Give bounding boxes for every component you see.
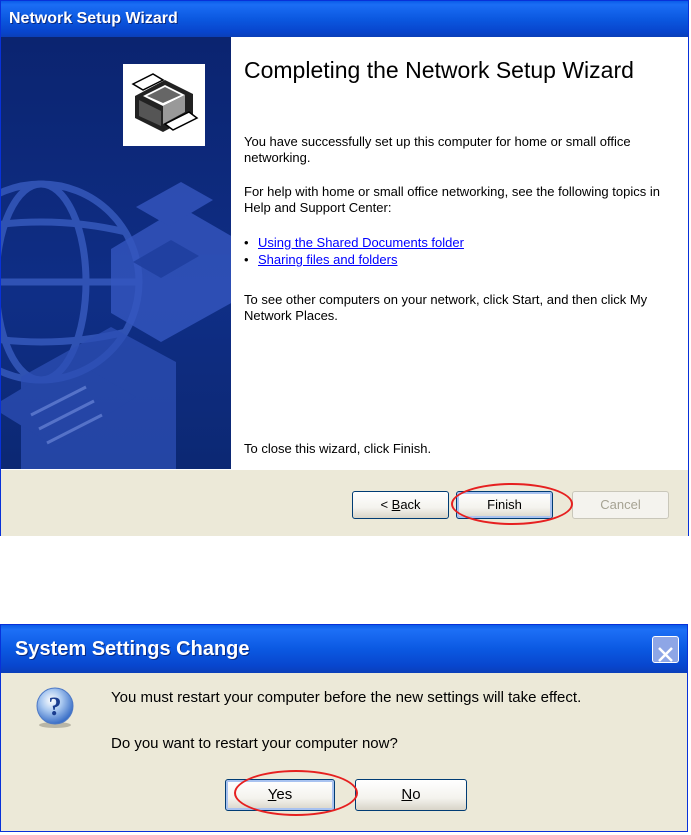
network-places-text: To see other computers on your network, …	[244, 292, 648, 323]
network-setup-wizard-window: Network Setup Wizard Completing the Netw…	[0, 0, 689, 536]
wizard-side-panel	[1, 37, 231, 469]
finish-highlight-ring	[451, 483, 573, 525]
no-button[interactable]: No	[355, 779, 467, 811]
wizard-title-bar[interactable]: Network Setup Wizard	[1, 1, 688, 37]
wizard-heading: Completing the Network Setup Wizard	[244, 57, 634, 83]
dialog-title-bar[interactable]: System Settings Change	[1, 625, 687, 673]
back-button[interactable]: < Back	[352, 491, 449, 519]
cancel-button[interactable]: Cancel	[572, 491, 669, 519]
close-instruction-text: To close this wizard, click Finish.	[244, 441, 432, 456]
network-printer-icon	[123, 64, 205, 146]
svg-text:?: ?	[49, 692, 62, 721]
help-text: For help with home or small office netwo…	[244, 184, 660, 215]
close-icon	[658, 647, 673, 662]
restart-question: Do you want to restart your computer now…	[111, 735, 398, 752]
question-icon: ?	[33, 685, 77, 729]
sharing-files-link[interactable]: Sharing files and folders	[258, 252, 397, 267]
wizard-title: Network Setup Wizard	[9, 10, 178, 27]
close-button[interactable]	[652, 636, 679, 663]
list-item: • Sharing files and folders	[244, 252, 398, 267]
wizard-content: Completing the Network Setup Wizard You …	[231, 37, 688, 469]
system-settings-change-dialog: System Settings Change ? You must restar…	[0, 624, 688, 832]
success-text: You have successfully set up this comput…	[244, 134, 631, 165]
list-item: • Using the Shared Documents folder	[244, 235, 464, 250]
shared-documents-link[interactable]: Using the Shared Documents folder	[258, 235, 464, 250]
yes-highlight-ring	[234, 770, 358, 816]
wizard-button-bar: < Back Finish Cancel	[1, 469, 688, 536]
restart-message: You must restart your computer before th…	[111, 689, 582, 706]
dialog-title: System Settings Change	[15, 638, 250, 660]
